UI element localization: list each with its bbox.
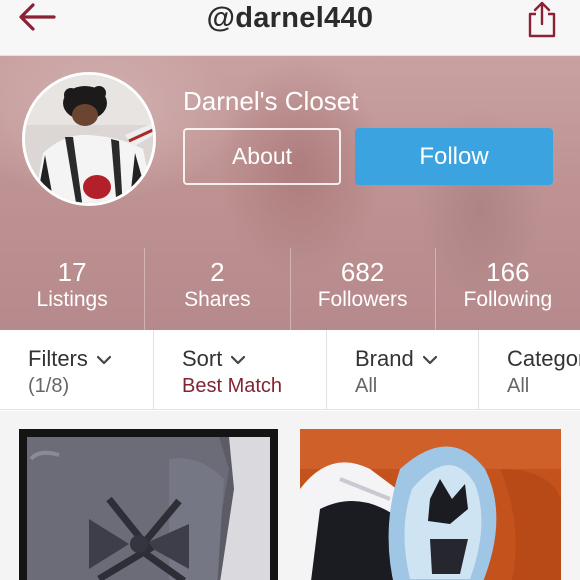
stat-following[interactable]: 166 Following <box>434 248 580 330</box>
filter-value: All <box>507 375 530 397</box>
stat-shares[interactable]: 2 Shares <box>144 248 289 330</box>
chevron-down-icon <box>231 356 246 365</box>
filter-value: Best Match <box>182 375 283 397</box>
filters-dropdown[interactable]: Filters (1/8) <box>0 330 153 409</box>
listing-card[interactable] <box>19 429 278 580</box>
filter-title: Filters <box>28 346 88 371</box>
stat-followers[interactable]: 682 Followers <box>289 248 435 330</box>
stat-value: 166 <box>486 257 530 287</box>
closet-name: Darnel's Closet <box>183 86 359 116</box>
page-title: @darnel440 <box>206 2 374 34</box>
filter-title: Sort <box>182 346 223 371</box>
stat-listings[interactable]: 17 Listings <box>0 248 144 330</box>
chevron-down-icon <box>96 356 111 365</box>
filter-title: Brand <box>355 346 414 371</box>
chevron-down-icon <box>422 356 437 365</box>
filter-title-wrap: Filters <box>28 346 112 372</box>
stat-label: Shares <box>184 288 251 311</box>
avatar[interactable] <box>22 72 156 206</box>
follow-button[interactable]: Follow <box>355 128 553 185</box>
avatar-photo <box>25 75 153 203</box>
filter-title-wrap: Sort <box>182 346 246 372</box>
share-icon <box>528 1 556 38</box>
stat-value: 2 <box>210 257 225 287</box>
sort-dropdown[interactable]: Sort Best Match <box>153 330 326 409</box>
profile-header: Darnel's Closet About Follow 17 Listings… <box>0 56 580 330</box>
stat-label: Listings <box>36 288 108 311</box>
stat-value: 682 <box>340 257 385 287</box>
filter-title: Category <box>507 346 580 371</box>
stat-label: Following <box>463 288 553 311</box>
stat-value: 17 <box>57 257 87 287</box>
filter-bar: Filters (1/8) Sort Best Match Brand All … <box>0 330 580 410</box>
category-dropdown[interactable]: Category All <box>478 330 580 409</box>
brand-dropdown[interactable]: Brand All <box>326 330 478 409</box>
listing-card[interactable] <box>300 429 561 580</box>
top-bar: @darnel440 <box>0 0 580 56</box>
filter-value: All <box>355 375 378 397</box>
filter-value: (1/8) <box>28 375 70 397</box>
grey-boots-photo <box>19 429 278 580</box>
about-button[interactable]: About <box>183 128 341 185</box>
filter-title-wrap: Category <box>507 346 580 372</box>
share-button[interactable] <box>522 0 562 40</box>
listings-grid <box>0 411 580 580</box>
sneakers-photo <box>300 429 561 580</box>
stat-label: Followers <box>317 288 408 311</box>
filter-title-wrap: Brand <box>355 346 438 372</box>
stats-row: 17 Listings 2 Shares 682 Followers 166 F… <box>0 248 580 330</box>
